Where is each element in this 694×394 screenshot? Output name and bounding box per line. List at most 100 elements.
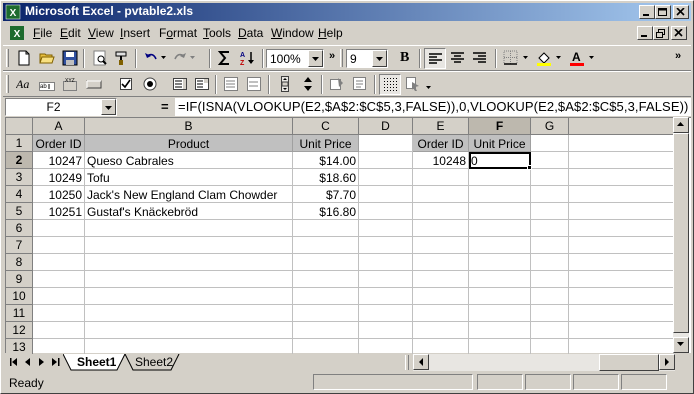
toolbar-grip[interactable] bbox=[340, 49, 343, 67]
close-button[interactable] bbox=[673, 5, 689, 19]
cell-f12[interactable] bbox=[469, 322, 531, 339]
label-control-button[interactable]: Aa bbox=[13, 74, 35, 95]
font-color-dropdown-icon[interactable] bbox=[589, 56, 595, 60]
cell-c3[interactable]: $18.60 bbox=[293, 169, 359, 186]
print-preview-button[interactable] bbox=[89, 48, 111, 69]
cell-g7[interactable] bbox=[531, 237, 569, 254]
row-header-8[interactable]: 8 bbox=[6, 254, 33, 271]
cell-d11[interactable] bbox=[359, 305, 413, 322]
cell-a5[interactable]: 10251 bbox=[33, 203, 85, 220]
cell-d6[interactable] bbox=[359, 220, 413, 237]
cell-g10[interactable] bbox=[531, 288, 569, 305]
cell-f8[interactable] bbox=[469, 254, 531, 271]
cell-g1[interactable] bbox=[531, 135, 569, 152]
autosum-button[interactable] bbox=[214, 48, 236, 69]
font-color-button[interactable]: A bbox=[566, 48, 588, 69]
scroll-left-button[interactable] bbox=[413, 354, 429, 370]
bold-button[interactable]: B bbox=[394, 48, 416, 69]
cell-b10[interactable] bbox=[85, 288, 293, 305]
row-header-7[interactable]: 7 bbox=[6, 237, 33, 254]
cell-b2[interactable]: Queso Cabrales bbox=[85, 152, 293, 169]
row-header-3[interactable]: 3 bbox=[6, 169, 33, 186]
column-header-c[interactable]: C bbox=[293, 118, 359, 135]
toolbar-grip[interactable] bbox=[6, 49, 9, 67]
cell-f10[interactable] bbox=[469, 288, 531, 305]
toolbar-grip[interactable] bbox=[6, 75, 9, 93]
cell-b6[interactable] bbox=[85, 220, 293, 237]
cell-f4[interactable] bbox=[469, 186, 531, 203]
cell-b5[interactable]: Gustaf's Knäckebröd bbox=[85, 203, 293, 220]
cell-a12[interactable] bbox=[33, 322, 85, 339]
fill-color-button[interactable] bbox=[533, 48, 555, 69]
cell-filler[interactable] bbox=[569, 322, 674, 339]
cell-e10[interactable] bbox=[413, 288, 469, 305]
cell-g8[interactable] bbox=[531, 254, 569, 271]
combination-dropdown-edit-button[interactable] bbox=[243, 74, 265, 95]
cell-f3[interactable] bbox=[469, 169, 531, 186]
cell-filler[interactable] bbox=[569, 186, 674, 203]
cell-a8[interactable] bbox=[33, 254, 85, 271]
row-header-6[interactable]: 6 bbox=[6, 220, 33, 237]
menu-view[interactable]: View bbox=[88, 26, 114, 40]
cell-filler[interactable] bbox=[569, 135, 674, 152]
toggle-grid-button[interactable] bbox=[379, 74, 401, 95]
cell-f11[interactable] bbox=[469, 305, 531, 322]
cell-d7[interactable] bbox=[359, 237, 413, 254]
cell-f7[interactable] bbox=[469, 237, 531, 254]
cell-b3[interactable]: Tofu bbox=[85, 169, 293, 186]
row-header-1[interactable]: 1 bbox=[6, 135, 33, 152]
cell-filler[interactable] bbox=[569, 271, 674, 288]
row-header-9[interactable]: 9 bbox=[6, 271, 33, 288]
borders-button[interactable] bbox=[500, 48, 522, 69]
cell-c2[interactable]: $14.00 bbox=[293, 152, 359, 169]
workbook-minimize-button[interactable] bbox=[637, 26, 653, 40]
cell-c4[interactable]: $7.70 bbox=[293, 186, 359, 203]
combo-box-button[interactable] bbox=[191, 74, 213, 95]
format-painter-button[interactable] bbox=[111, 48, 133, 69]
cell-filler[interactable] bbox=[569, 288, 674, 305]
cell-c10[interactable] bbox=[293, 288, 359, 305]
edit-box-button[interactable]: ab bbox=[36, 74, 58, 95]
cell-e3[interactable] bbox=[413, 169, 469, 186]
align-right-button[interactable] bbox=[469, 48, 491, 69]
cell-a7[interactable] bbox=[33, 237, 85, 254]
zoom-dropdown-button[interactable] bbox=[308, 50, 323, 67]
redo-button[interactable] bbox=[169, 48, 191, 69]
cell-a10[interactable] bbox=[33, 288, 85, 305]
cell-d2[interactable] bbox=[359, 152, 413, 169]
row-header-5[interactable]: 5 bbox=[6, 203, 33, 220]
sort-ascending-button[interactable]: AZ bbox=[237, 48, 259, 69]
cell-filler[interactable] bbox=[569, 220, 674, 237]
cell-e5[interactable] bbox=[413, 203, 469, 220]
horizontal-scroll-thumb[interactable] bbox=[599, 354, 659, 371]
cell-a3[interactable]: 10249 bbox=[33, 169, 85, 186]
menu-data[interactable]: Data bbox=[238, 26, 263, 40]
cell-f2[interactable]: 0 bbox=[469, 152, 531, 169]
column-header-d[interactable]: D bbox=[359, 118, 413, 135]
previous-sheet-button[interactable] bbox=[21, 355, 35, 369]
cell-g11[interactable] bbox=[531, 305, 569, 322]
minimize-button[interactable] bbox=[639, 5, 655, 19]
font-size-combo[interactable]: 9 bbox=[346, 49, 388, 68]
cell-g4[interactable] bbox=[531, 186, 569, 203]
cell-b8[interactable] bbox=[85, 254, 293, 271]
menu-help[interactable]: Help bbox=[318, 26, 343, 40]
menu-tools[interactable]: Tools bbox=[203, 26, 231, 40]
edit-formula-button[interactable]: = bbox=[161, 99, 169, 114]
vertical-scroll-thumb[interactable] bbox=[673, 133, 689, 333]
toolbar-overflow-chevron-icon[interactable]: » bbox=[329, 50, 335, 62]
cell-filler[interactable] bbox=[569, 203, 674, 220]
cell-d1[interactable] bbox=[359, 135, 413, 152]
row-header-2[interactable]: 2 bbox=[6, 152, 33, 169]
column-header-g[interactable]: G bbox=[531, 118, 569, 135]
cell-c1[interactable]: Unit Price bbox=[293, 135, 359, 152]
option-button-control-button[interactable] bbox=[139, 74, 161, 95]
cell-f5[interactable] bbox=[469, 203, 531, 220]
next-sheet-button[interactable] bbox=[35, 355, 49, 369]
cell-d12[interactable] bbox=[359, 322, 413, 339]
row-header-10[interactable]: 10 bbox=[6, 288, 33, 305]
cell-e6[interactable] bbox=[413, 220, 469, 237]
cell-c7[interactable] bbox=[293, 237, 359, 254]
cell-d8[interactable] bbox=[359, 254, 413, 271]
cell-e11[interactable] bbox=[413, 305, 469, 322]
